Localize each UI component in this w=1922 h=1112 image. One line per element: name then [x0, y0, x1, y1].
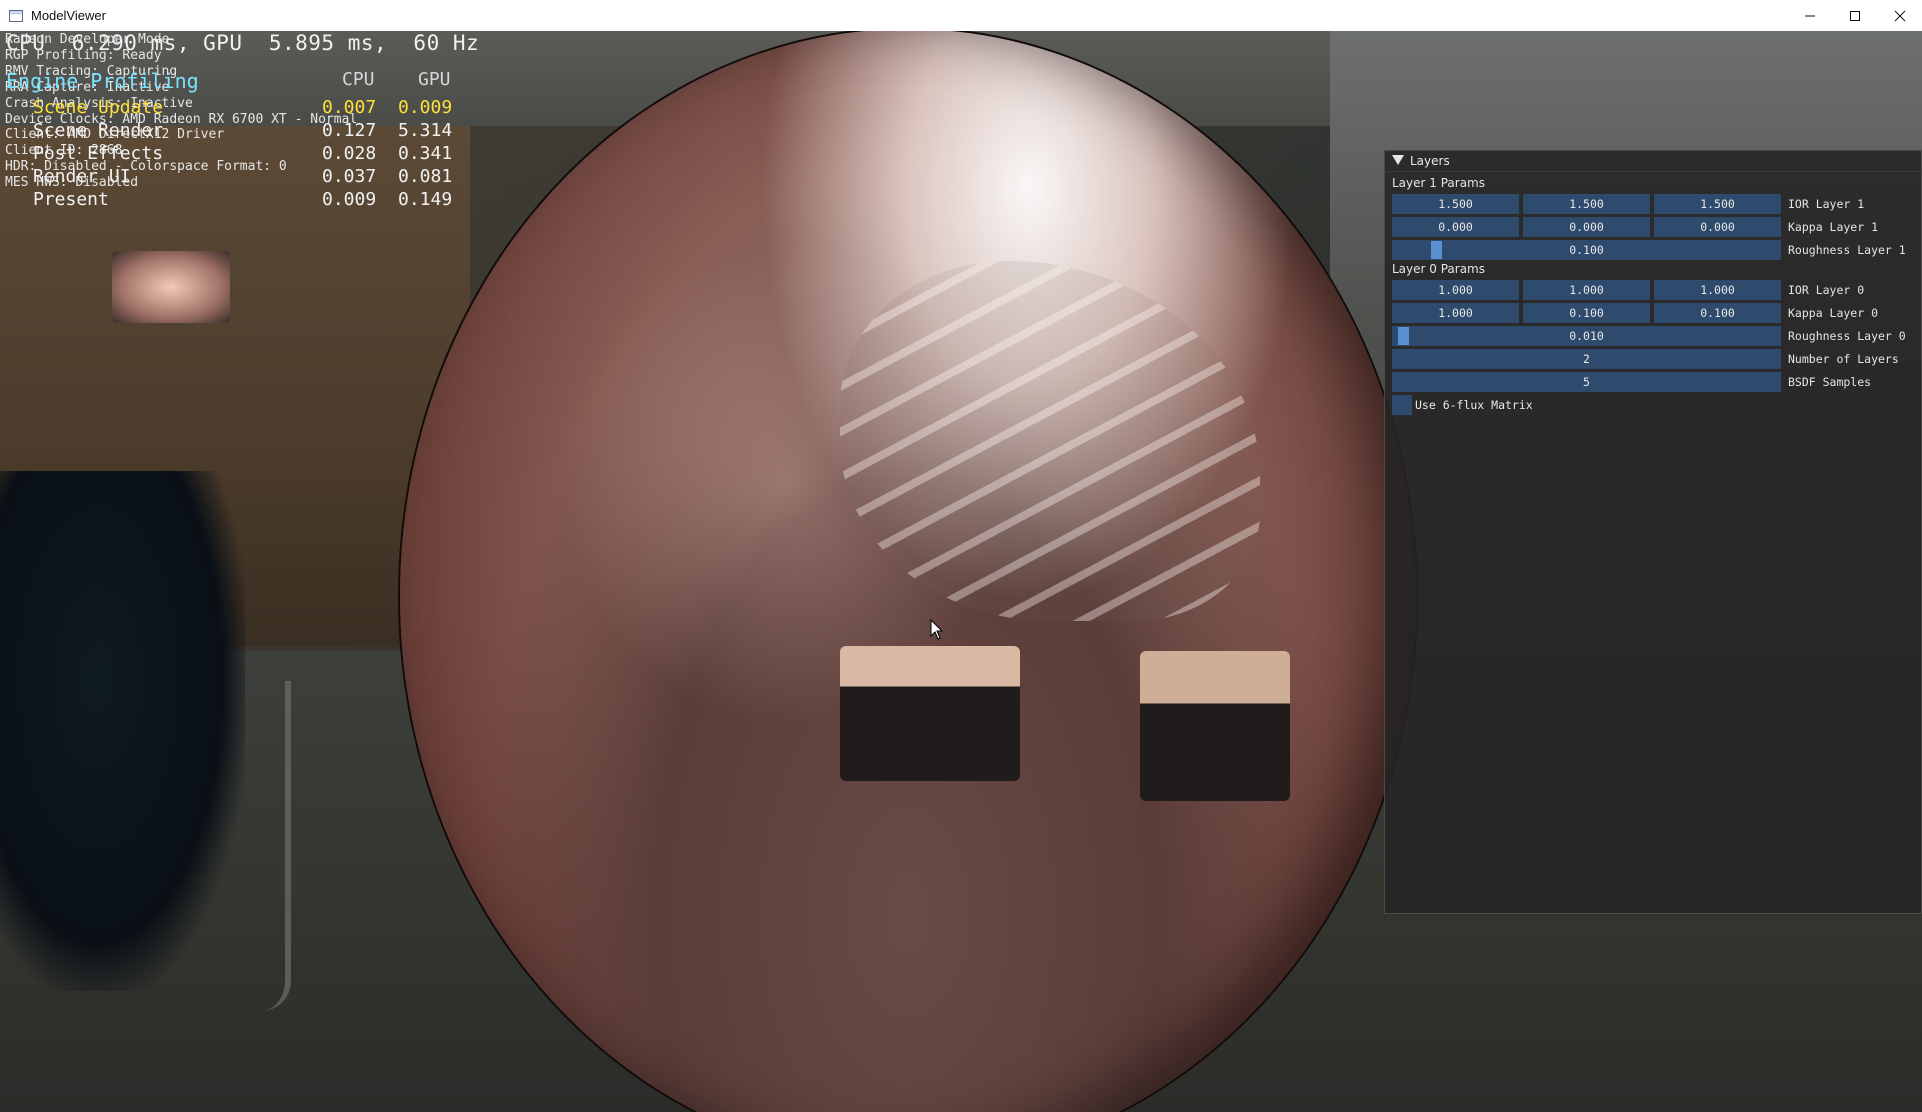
bsdf-samples-label: BSDF Samples [1788, 375, 1872, 389]
kappa-layer1-z-field[interactable]: 0.000 [1654, 217, 1781, 237]
ior-layer0-z-field[interactable]: 1.000 [1654, 280, 1781, 300]
kappa-layer0-z-field[interactable]: 0.100 [1654, 303, 1781, 323]
close-icon [1894, 10, 1905, 21]
roughness-layer1-slider[interactable]: 0.100 [1392, 240, 1781, 260]
layer0-params-header: Layer 0 Params [1392, 262, 1485, 276]
background-tv-screen [112, 251, 230, 323]
window-controls [1787, 0, 1922, 31]
sphere-reflection-display-case [1140, 651, 1290, 801]
bsdf-samples-field[interactable]: 5 [1392, 372, 1781, 392]
six-flux-label: Use 6-flux Matrix [1415, 398, 1533, 412]
roughness-layer0-label: Roughness Layer 0 [1788, 329, 1906, 343]
six-flux-checkbox[interactable] [1392, 395, 1412, 415]
number-of-layers-field[interactable]: 2 [1392, 349, 1781, 369]
slider-grab-handle[interactable] [1431, 241, 1443, 259]
roughness-layer0-slider[interactable]: 0.010 [1392, 326, 1781, 346]
slider-grab-handle[interactable] [1397, 327, 1409, 345]
roughness-layer0-value: 0.010 [1569, 329, 1604, 343]
maximize-icon [1849, 10, 1860, 21]
kappa-layer0-y-field[interactable]: 0.100 [1523, 303, 1650, 323]
minimize-icon [1804, 15, 1815, 16]
kappa-layer0-x-field[interactable]: 1.000 [1392, 303, 1519, 323]
minimize-button[interactable] [1787, 0, 1832, 31]
app-icon [9, 9, 23, 22]
ior-layer1-label: IOR Layer 1 [1788, 197, 1865, 211]
title-bar: ModelViewer [0, 0, 1922, 32]
ior-layer0-x-field[interactable]: 1.000 [1392, 280, 1519, 300]
close-button[interactable] [1877, 0, 1922, 31]
ior-layer1-z-field[interactable]: 1.500 [1654, 194, 1781, 214]
background-chair [195, 681, 291, 1011]
ior-layer1-x-field[interactable]: 1.500 [1392, 194, 1519, 214]
kappa-layer1-y-field[interactable]: 0.000 [1523, 217, 1650, 237]
layers-panel: Layers Layer 1 Params 1.500 1.500 1.500 … [1384, 150, 1922, 914]
number-of-layers-label: Number of Layers [1788, 352, 1899, 366]
ior-layer0-label: IOR Layer 0 [1788, 283, 1865, 297]
ior-layer1-y-field[interactable]: 1.500 [1523, 194, 1650, 214]
layers-panel-header[interactable]: Layers [1385, 151, 1921, 172]
layers-panel-title: Layers [1410, 154, 1450, 168]
roughness-layer1-value: 0.100 [1569, 243, 1604, 257]
ior-layer0-y-field[interactable]: 1.000 [1523, 280, 1650, 300]
mouse-cursor-icon [930, 619, 944, 640]
collapse-triangle-icon[interactable] [1392, 155, 1404, 165]
maximize-button[interactable] [1832, 0, 1877, 31]
window-title: ModelViewer [31, 8, 106, 23]
kappa-layer1-x-field[interactable]: 0.000 [1392, 217, 1519, 237]
roughness-layer1-label: Roughness Layer 1 [1788, 243, 1906, 257]
kappa-layer0-label: Kappa Layer 0 [1788, 306, 1879, 320]
kappa-layer1-label: Kappa Layer 1 [1788, 220, 1879, 234]
sphere-reflection-display-case [840, 646, 1020, 781]
layer1-params-header: Layer 1 Params [1392, 176, 1485, 190]
